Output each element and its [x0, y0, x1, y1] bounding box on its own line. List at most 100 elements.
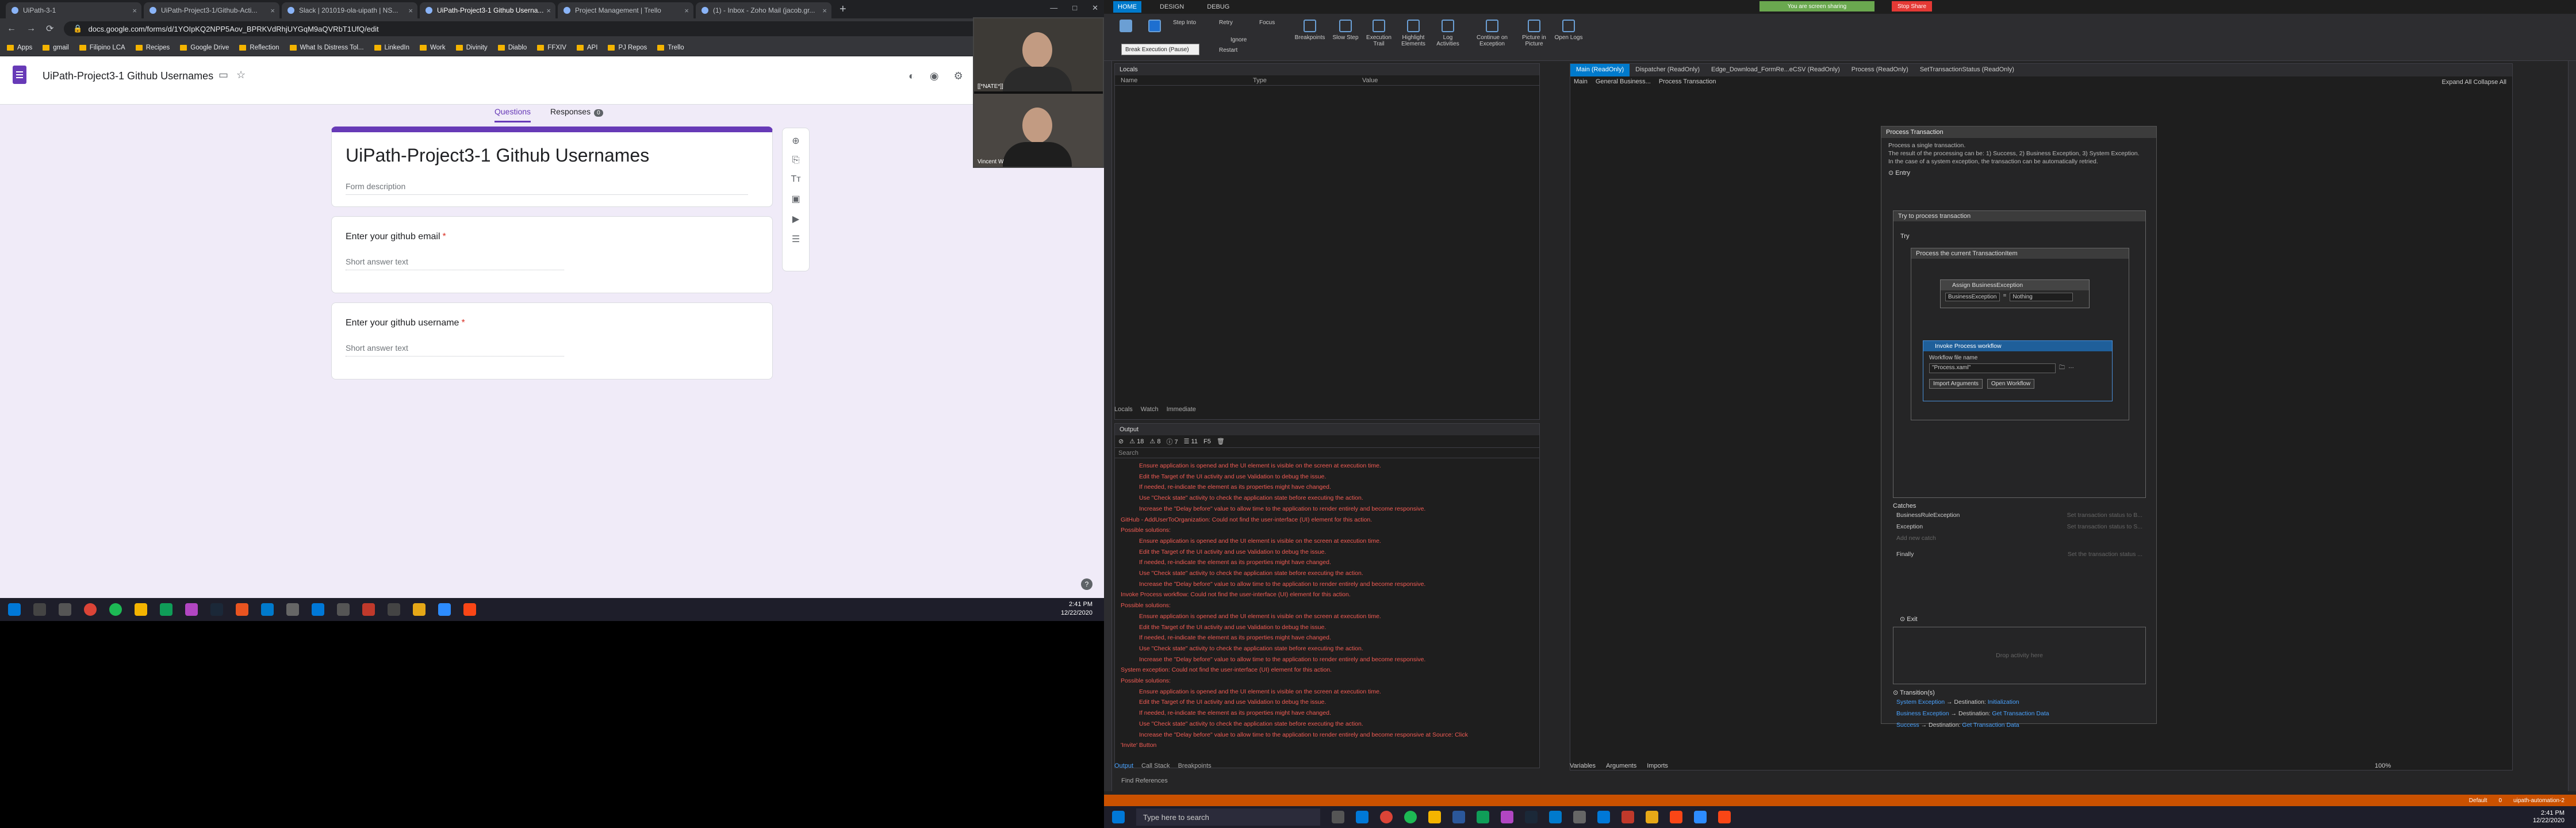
slow-step-button[interactable]: Slow Step — [1329, 20, 1362, 41]
tab-arguments[interactable]: Arguments — [1606, 762, 1636, 769]
exit-drop-zone[interactable]: Drop activity here — [1893, 627, 2146, 684]
back-icon[interactable]: ← — [7, 24, 16, 34]
breadcrumb-item[interactable]: Main — [1574, 78, 1588, 85]
transition-target[interactable]: Initialization — [1988, 699, 2019, 706]
execution-trail-button[interactable]: Execution Trail — [1363, 20, 1395, 47]
system-clock[interactable]: 2:41 PM 12/22/2020 — [1061, 600, 1092, 618]
tab-questions[interactable]: Questions — [494, 107, 531, 122]
taskbar-search-input[interactable]: Type here to search — [1136, 808, 1320, 826]
bookmark[interactable]: Recipes — [135, 44, 170, 51]
doc-tab-process[interactable]: Process (ReadOnly) — [1846, 64, 1914, 76]
doc-tab-set-status[interactable]: SetTransactionStatus (ReadOnly) — [1914, 64, 2020, 76]
bookmark[interactable]: What Is Distress Tol... — [289, 44, 364, 51]
close-icon[interactable]: × — [132, 6, 137, 15]
try-catch-activity[interactable]: Try to process transaction Try Process t… — [1893, 210, 2146, 498]
browser-tab[interactable]: UiPath-Project3-1/Github-Acti... × — [144, 2, 279, 18]
right-dock-strip[interactable] — [2568, 61, 2576, 791]
doc-tab-dispatcher[interactable]: Dispatcher (ReadOnly) — [1630, 64, 1705, 76]
form-description-input[interactable]: Form description — [346, 182, 748, 195]
start-icon[interactable] — [8, 603, 21, 616]
forms-logo-icon[interactable] — [13, 66, 26, 84]
vscode-icon[interactable] — [261, 603, 274, 616]
breadcrumb-item[interactable]: Process Transaction — [1659, 78, 1716, 85]
tab-breakpoints[interactable]: Breakpoints — [1178, 762, 1212, 769]
tab-locals[interactable]: Locals — [1114, 406, 1133, 413]
transition-row[interactable]: Success → Destination: Get Transaction D… — [1893, 719, 2146, 731]
form-title[interactable]: UiPath-Project3-1 Github Usernames — [346, 145, 649, 166]
add-image-icon[interactable]: ▣ — [791, 193, 800, 205]
app-icon[interactable] — [1646, 811, 1658, 823]
assign-activity[interactable]: Assign BusinessException BusinessExcepti… — [1940, 279, 2090, 308]
output-search-input[interactable]: Search — [1115, 448, 1539, 458]
reload-icon[interactable]: ⟳ — [46, 23, 53, 34]
bookmark[interactable]: Google Drive — [180, 44, 229, 51]
folder-icon[interactable]: ▭ — [218, 69, 228, 81]
browser-tab[interactable]: UiPath-3-1 × — [6, 2, 141, 18]
close-window-icon[interactable]: ✕ — [1092, 3, 1098, 13]
assign-value-field[interactable]: Nothing — [2010, 293, 2073, 301]
continue-on-exception-button[interactable]: Continue on Exception — [1472, 20, 1512, 47]
restart-button[interactable]: Restart — [1219, 47, 1254, 53]
acrobat-icon[interactable] — [362, 603, 375, 616]
bookmark[interactable]: FFXIV — [537, 44, 566, 51]
bookmark[interactable]: LinkedIn — [374, 44, 409, 51]
catch-row[interactable]: BusinessRuleException Set transaction sta… — [1893, 509, 2146, 521]
chrome-icon[interactable] — [1380, 811, 1393, 823]
transition-name[interactable]: System Exception — [1896, 699, 1945, 706]
transition-row[interactable]: Business Exception → Destination: Get Tr… — [1893, 708, 2146, 719]
form-doc-title[interactable]: UiPath-Project3-1 Github Usernames — [43, 70, 213, 82]
step-into-button[interactable]: Step Into — [1173, 20, 1219, 26]
preview-eye-icon[interactable]: ◉ — [930, 70, 939, 82]
zoom-level[interactable]: 100% — [2375, 762, 2391, 769]
assign-to-field[interactable]: BusinessException — [1945, 293, 2000, 301]
excel-icon[interactable] — [160, 603, 172, 616]
ribbon-tab-home[interactable]: HOME — [1113, 1, 1141, 13]
log-activities-button[interactable]: Log Activities — [1432, 20, 1464, 47]
tab-output[interactable]: Output — [1114, 762, 1133, 769]
question-card[interactable]: Enter your github email * Short answer te… — [331, 216, 773, 293]
transition-row[interactable]: System Exception → Destination: Initiali… — [1893, 696, 2146, 708]
new-tab-icon[interactable]: + — [839, 3, 846, 16]
status-profile[interactable]: Default — [2469, 798, 2487, 804]
bookmark[interactable]: Divinity — [455, 44, 488, 51]
question-card[interactable]: Enter your github username * Short answer… — [331, 302, 773, 379]
browser-tab[interactable]: Project Management | Trello × — [558, 2, 693, 18]
tab-call-stack[interactable]: Call Stack — [1141, 762, 1170, 769]
star-icon[interactable]: ☆ — [236, 69, 246, 81]
doc-tab-main[interactable]: Main (ReadOnly) — [1570, 64, 1630, 76]
import-questions-icon[interactable]: ⎘ — [792, 155, 800, 166]
task-view-icon[interactable] — [1332, 811, 1344, 823]
start-icon[interactable] — [1112, 811, 1125, 823]
maximize-icon[interactable]: □ — [1072, 3, 1077, 13]
filter-warnings[interactable]: ⚠ 8 — [1149, 438, 1160, 445]
state-process-transaction[interactable]: Process Transaction Process a single tra… — [1881, 126, 2157, 729]
edge-icon[interactable] — [312, 603, 324, 616]
forward-icon[interactable]: → — [26, 24, 36, 34]
add-question-icon[interactable]: ⊕ — [792, 135, 799, 147]
app-icon[interactable] — [236, 603, 248, 616]
tab-watch[interactable]: Watch — [1141, 406, 1159, 413]
col-name[interactable]: Name — [1121, 77, 1253, 84]
filter-errors[interactable]: ⚠ 18 — [1129, 438, 1144, 445]
uipath-icon[interactable] — [1670, 811, 1682, 823]
workflow-file-input[interactable]: "Process.xaml" — [1929, 363, 2056, 373]
tab-variables[interactable]: Variables — [1570, 762, 1596, 769]
edge-icon[interactable] — [1597, 811, 1610, 823]
ignore-button[interactable]: Ignore — [1230, 37, 1265, 43]
breakpoints-button[interactable]: Breakpoints — [1294, 20, 1326, 41]
search-icon[interactable] — [33, 603, 46, 616]
expand-collapse-links[interactable]: Expand All Collapse All — [2441, 79, 2506, 86]
pause-button[interactable] — [1110, 20, 1142, 34]
app-icon[interactable] — [413, 603, 425, 616]
exit-section[interactable]: ⊙ Exit — [1893, 615, 2146, 623]
zoom-icon[interactable] — [438, 603, 451, 616]
sequence-activity[interactable]: Process the current TransactionItem Assi… — [1911, 248, 2129, 420]
entry-section[interactable]: ⊙ Entry — [1881, 169, 2156, 177]
palette-icon[interactable]: ◐ — [908, 70, 915, 82]
stop-button[interactable] — [1138, 20, 1171, 34]
bookmark[interactable]: Trello — [657, 44, 684, 51]
close-icon[interactable]: × — [270, 6, 275, 15]
delete-icon[interactable]: 🗑 — [1217, 438, 1225, 445]
uipath-icon[interactable] — [1718, 811, 1731, 823]
stop-share-button[interactable]: Stop Share — [1892, 1, 1932, 12]
